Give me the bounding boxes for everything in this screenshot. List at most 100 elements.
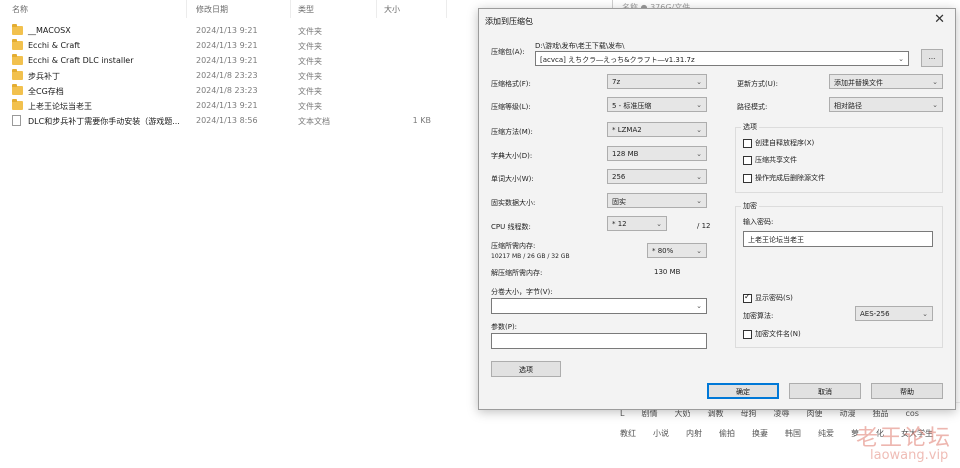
show-password-checkbox[interactable]: 显示密码(S) bbox=[743, 292, 793, 303]
level-value: 5 - 标准压缩 bbox=[612, 102, 652, 110]
ok-button[interactable]: 确定 bbox=[707, 383, 779, 399]
word-size-value: 256 bbox=[612, 173, 626, 181]
close-icon[interactable]: ✕ bbox=[934, 12, 945, 27]
path-mode-value: 相对路径 bbox=[834, 102, 862, 110]
level-label: 压缩等级(L): bbox=[491, 103, 531, 111]
file-row[interactable]: 全CG存档 2024/1/8 23:23 文件夹 bbox=[8, 84, 448, 98]
path-mode-select[interactable]: 相对路径 ⌄ bbox=[829, 97, 943, 112]
column-header-date[interactable]: 修改日期 bbox=[196, 4, 228, 15]
checkbox-box[interactable] bbox=[743, 173, 752, 183]
file-name: Ecchi & Craft bbox=[28, 41, 81, 50]
level-select[interactable]: 5 - 标准压缩 ⌄ bbox=[607, 97, 707, 112]
column-divider[interactable] bbox=[446, 0, 447, 18]
options-group-title: 选项 bbox=[741, 122, 759, 132]
tag[interactable]: 小说 bbox=[653, 428, 669, 439]
tag[interactable]: L bbox=[620, 409, 624, 418]
file-row[interactable]: Ecchi & Craft DLC installer 2024/1/13 9:… bbox=[8, 54, 448, 68]
parameters-input[interactable] bbox=[491, 333, 707, 349]
file-date: 2024/1/13 8:56 bbox=[196, 116, 258, 125]
file-name: DLC和步兵补丁需要你手动安装（游戏题... bbox=[28, 117, 180, 126]
tag[interactable]: 韩国 bbox=[785, 428, 801, 439]
file-date: 2024/1/13 9:21 bbox=[196, 26, 258, 35]
add-to-archive-dialog: 添加到压缩包 ✕ 压缩包(A): D:\游戏\发布\老王下载\发布\ [acvc… bbox=[478, 8, 956, 410]
chevron-down-icon: ⌄ bbox=[696, 173, 702, 181]
column-divider[interactable] bbox=[290, 0, 291, 18]
memory-usage-select[interactable]: * 80% ⌄ bbox=[647, 243, 707, 258]
checkbox-box[interactable] bbox=[743, 329, 752, 339]
archive-directory: D:\游戏\发布\老王下载\发布\ bbox=[535, 42, 625, 50]
chevron-down-icon: ⌄ bbox=[932, 101, 938, 109]
format-label: 压缩格式(F): bbox=[491, 80, 531, 88]
split-volume-label: 分卷大小，字节(V): bbox=[491, 288, 553, 296]
checkbox-box[interactable] bbox=[743, 292, 752, 303]
update-mode-value: 添加并替换文件 bbox=[834, 79, 883, 87]
file-row[interactable]: Ecchi & Craft 2024/1/13 9:21 文件夹 bbox=[8, 39, 448, 53]
file-date: 2024/1/8 23:23 bbox=[196, 71, 258, 80]
help-button[interactable]: 帮助 bbox=[871, 383, 943, 399]
word-size-select[interactable]: 256 ⌄ bbox=[607, 169, 707, 184]
delete-after-checkbox[interactable]: 操作完成后删除源文件 bbox=[743, 173, 825, 183]
shared-files-checkbox[interactable]: 压缩共享文件 bbox=[743, 155, 797, 165]
chevron-down-icon: ⌄ bbox=[696, 150, 702, 158]
column-header-size[interactable]: 大小 bbox=[384, 4, 400, 15]
checkbox-box[interactable] bbox=[743, 155, 752, 165]
tag[interactable]: cos bbox=[905, 409, 918, 418]
tag[interactable]: 纯爱 bbox=[818, 428, 834, 439]
file-type: 文件夹 bbox=[298, 27, 322, 36]
memory-decompress-value: 130 MB bbox=[654, 268, 681, 276]
tag[interactable]: 内射 bbox=[686, 428, 702, 439]
column-header-name[interactable]: 名称 bbox=[12, 4, 28, 15]
column-divider[interactable] bbox=[186, 0, 187, 18]
method-select[interactable]: * LZMA2 ⌄ bbox=[607, 122, 707, 137]
archive-label: 压缩包(A): bbox=[491, 48, 525, 56]
file-name: 步兵补丁 bbox=[28, 72, 60, 81]
sfx-checkbox[interactable]: 创建自释放程序(X) bbox=[743, 138, 814, 148]
memory-usage-value: * 80% bbox=[652, 247, 674, 255]
options-button[interactable]: 选项 bbox=[491, 361, 561, 377]
cpu-threads-value: * 12 bbox=[612, 220, 627, 228]
column-divider[interactable] bbox=[376, 0, 377, 18]
folder-icon bbox=[12, 84, 23, 95]
folder-icon bbox=[12, 39, 23, 50]
solid-block-label: 固实数据大小: bbox=[491, 199, 536, 207]
chevron-down-icon: ⌄ bbox=[696, 101, 702, 109]
format-select[interactable]: 7z ⌄ bbox=[607, 74, 707, 89]
file-row[interactable]: 上老王论坛当老王 2024/1/13 9:21 文件夹 bbox=[8, 99, 448, 113]
update-mode-select[interactable]: 添加并替换文件 ⌄ bbox=[829, 74, 943, 89]
watermark-url: laowang.vip bbox=[870, 448, 949, 463]
dictionary-label: 字典大小(D): bbox=[491, 152, 533, 160]
file-row[interactable]: __MACOSX 2024/1/13 9:21 文件夹 bbox=[8, 24, 448, 38]
archive-name-combo[interactable]: [acvca] えちクラ―えっち&クラフト―v1.31.7z ⌄ bbox=[535, 51, 909, 66]
cancel-button[interactable]: 取消 bbox=[789, 383, 861, 399]
archive-name-value: [acvca] えちクラ―えっち&クラフト―v1.31.7z bbox=[540, 56, 695, 64]
tag[interactable]: 偷拍 bbox=[719, 428, 735, 439]
password-label: 输入密码: bbox=[743, 218, 774, 226]
encryption-method-select[interactable]: AES-256 ⌄ bbox=[855, 306, 933, 321]
shared-files-label: 压缩共享文件 bbox=[755, 156, 797, 164]
chevron-down-icon: ⌄ bbox=[656, 220, 662, 228]
solid-block-select[interactable]: 固实 ⌄ bbox=[607, 193, 707, 208]
encrypt-names-checkbox[interactable]: 加密文件名(N) bbox=[743, 329, 801, 339]
encrypt-names-label: 加密文件名(N) bbox=[755, 330, 801, 338]
cpu-threads-select[interactable]: * 12 ⌄ bbox=[607, 216, 667, 231]
method-value: * LZMA2 bbox=[612, 126, 642, 134]
tag[interactable]: 换妻 bbox=[752, 428, 768, 439]
split-volume-input[interactable]: ⌄ bbox=[491, 298, 707, 314]
file-type: 文件夹 bbox=[298, 87, 322, 96]
word-size-label: 单词大小(W): bbox=[491, 175, 534, 183]
folder-icon bbox=[12, 99, 23, 110]
delete-after-label: 操作完成后删除源文件 bbox=[755, 174, 825, 182]
file-row[interactable]: DLC和步兵补丁需要你手动安装（游戏题... 2024/1/13 8:56 文本… bbox=[8, 114, 448, 128]
file-type: 文件夹 bbox=[298, 72, 322, 81]
column-header-type[interactable]: 类型 bbox=[298, 4, 314, 15]
dictionary-select[interactable]: 128 MB ⌄ bbox=[607, 146, 707, 161]
path-mode-label: 路径模式: bbox=[737, 103, 768, 111]
password-input[interactable]: 上老王论坛当老王 bbox=[743, 231, 933, 247]
checkbox-box[interactable] bbox=[743, 138, 752, 148]
file-date: 2024/1/13 9:21 bbox=[196, 41, 258, 50]
chevron-down-icon: ⌄ bbox=[696, 126, 702, 134]
tag[interactable]: 教红 bbox=[620, 428, 636, 439]
browse-button[interactable]: ... bbox=[921, 49, 943, 67]
file-row[interactable]: 步兵补丁 2024/1/8 23:23 文件夹 bbox=[8, 69, 448, 83]
encryption-group bbox=[735, 206, 943, 348]
